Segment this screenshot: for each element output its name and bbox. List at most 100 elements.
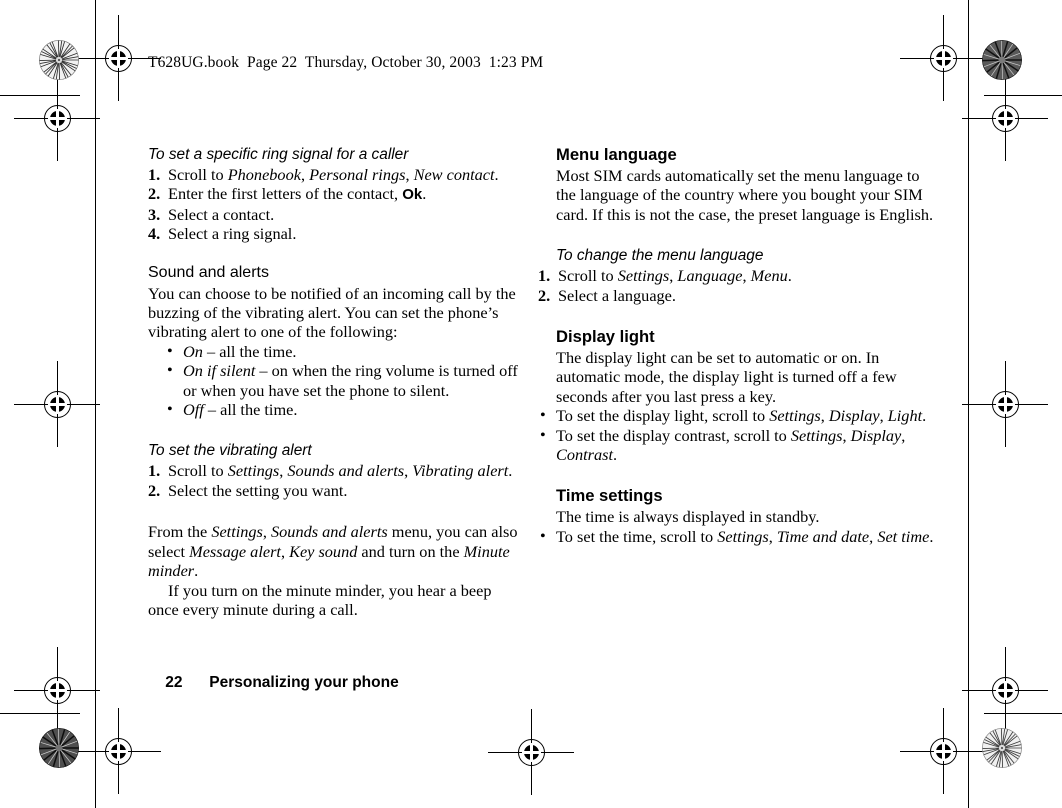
step-item: 4. Select a ring signal. bbox=[148, 224, 520, 243]
registration-dot bbox=[995, 108, 1015, 128]
section-body-time-settings: The time is always displayed in standby. bbox=[556, 507, 820, 527]
step-number: 2. bbox=[148, 184, 161, 204]
step-item: 2. Select the setting you want. bbox=[148, 481, 520, 500]
list-item: • On if silent – on when the ring volume… bbox=[165, 360, 520, 400]
section-body-menu-language: Most SIM cards automatically set the men… bbox=[556, 166, 934, 224]
list-item-text: To set the display light, scroll to Sett… bbox=[556, 406, 927, 426]
registration-dot bbox=[47, 394, 67, 414]
registration-mark-mid-right bbox=[962, 361, 1048, 447]
step-number: 3. bbox=[148, 204, 161, 224]
starburst-icon bbox=[39, 40, 79, 80]
registration-dot bbox=[933, 48, 953, 68]
step-text: Select a ring signal. bbox=[168, 224, 297, 244]
step-item: 2. Enter the first letters of the contac… bbox=[148, 184, 520, 204]
bullet-icon: • bbox=[540, 405, 546, 425]
chapter-title: Personalizing your phone bbox=[209, 674, 399, 691]
bullet-list-time-settings: • To set the time, scroll to Settings, T… bbox=[538, 525, 934, 546]
option-term: On if silent bbox=[183, 361, 256, 381]
starburst-patch-bottom-left bbox=[39, 728, 79, 768]
starburst-icon bbox=[982, 40, 1022, 80]
procedure-heading-vibrating-alert: To set the vibrating alert bbox=[148, 442, 312, 460]
option-term: On bbox=[183, 341, 203, 361]
step-text: Select a language. bbox=[558, 285, 676, 305]
bullet-icon: • bbox=[540, 424, 546, 444]
softkey-label: Ok bbox=[402, 186, 423, 204]
registration-mark-bottom-center bbox=[488, 709, 574, 795]
step-item: 1. Scroll to Settings, Sounds and alerts… bbox=[148, 461, 520, 480]
procedure-heading-ring-signal: To set a specific ring signal for a call… bbox=[148, 146, 409, 163]
page-number: 22 bbox=[165, 674, 183, 691]
step-number: 2. bbox=[148, 480, 161, 500]
step-number: 4. bbox=[148, 224, 161, 244]
closing-paragraph-one: From the Settings, Sounds and alerts men… bbox=[148, 522, 518, 581]
step-text: Scroll to Settings, Language, Menu. bbox=[558, 266, 792, 286]
registration-mark-bottom-left bbox=[75, 708, 161, 794]
closing-paragraph-two: If you turn on the minute minder, you he… bbox=[148, 580, 492, 619]
option-desc: – all the time. bbox=[202, 341, 297, 361]
bullet-icon: • bbox=[540, 525, 546, 545]
starburst-icon bbox=[39, 728, 79, 768]
bullet-list-vibrate-options: • On – all the time. • On if silent – on… bbox=[165, 341, 520, 420]
starburst-icon bbox=[982, 728, 1022, 768]
procedure-heading-change-language: To change the menu language bbox=[556, 247, 764, 265]
registration-mark-bottom-right bbox=[900, 708, 986, 794]
list-item: • On – all the time. bbox=[165, 341, 520, 361]
option-term: Off bbox=[183, 400, 204, 420]
document-page: T628UG.book Page 22 Thursday, October 30… bbox=[0, 0, 1062, 808]
step-text: Select a contact. bbox=[168, 204, 275, 224]
starburst-patch-top-right bbox=[982, 40, 1022, 80]
registration-mark-mid-left bbox=[14, 361, 100, 447]
registration-mark-upper-left-corner bbox=[14, 75, 100, 161]
steps-list-vibrating-alert: 1. Scroll to Settings, Sounds and alerts… bbox=[148, 461, 520, 500]
registration-dot bbox=[521, 742, 541, 762]
step-text: Scroll to Phonebook, Personal rings, New… bbox=[168, 165, 499, 184]
registration-dot bbox=[933, 741, 953, 761]
section-heading-time-settings: Time settings bbox=[556, 486, 663, 506]
section-heading-menu-language: Menu language bbox=[556, 145, 677, 164]
steps-list-change-language: 1. Scroll to Settings, Language, Menu. 2… bbox=[538, 266, 934, 305]
running-header: T628UG.book Page 22 Thursday, October 30… bbox=[148, 54, 544, 71]
step-text: Select the setting you want. bbox=[168, 480, 348, 500]
list-item-text: To set the display contrast, scroll to S… bbox=[556, 425, 906, 465]
list-item: • To set the display contrast, scroll to… bbox=[538, 424, 934, 465]
step-number: 1. bbox=[538, 266, 551, 286]
step-item: 1. Scroll to Settings, Language, Menu. bbox=[538, 266, 934, 285]
starburst-patch-top-left bbox=[39, 40, 79, 80]
registration-dot bbox=[995, 680, 1015, 700]
step-item: 1. Scroll to Phonebook, Personal rings, … bbox=[148, 165, 520, 184]
bullet-icon: • bbox=[167, 360, 173, 380]
step-item: 2. Select a language. bbox=[538, 286, 934, 305]
registration-dot bbox=[995, 394, 1015, 414]
step-number: 1. bbox=[148, 461, 161, 481]
bullet-list-display-light: • To set the display light, scroll to Se… bbox=[538, 405, 934, 465]
page-footer: 22 Personalizing your phone bbox=[148, 656, 399, 710]
option-desc: – all the time. bbox=[203, 400, 298, 420]
step-number: 1. bbox=[148, 165, 161, 184]
step-text: Enter the first letters of the contact, … bbox=[168, 184, 427, 204]
section-body-display-light: The display light can be set to automati… bbox=[556, 348, 897, 406]
registration-dot bbox=[47, 108, 67, 128]
registration-dot bbox=[47, 680, 67, 700]
list-item: • Off – all the time. bbox=[165, 399, 520, 420]
section-body-sound-and-alerts: You can choose to be notified of an inco… bbox=[148, 283, 516, 342]
left-text-column: To set a specific ring signal for a call… bbox=[148, 145, 520, 619]
section-heading-display-light: Display light bbox=[556, 327, 655, 347]
bullet-icon: • bbox=[167, 399, 173, 419]
list-item: • To set the display light, scroll to Se… bbox=[538, 405, 934, 426]
registration-dot bbox=[108, 741, 128, 761]
registration-dot bbox=[108, 48, 128, 68]
list-item-text: To set the time, scroll to Settings, Tim… bbox=[556, 526, 934, 546]
step-number: 2. bbox=[538, 285, 551, 305]
starburst-patch-bottom-right bbox=[982, 728, 1022, 768]
step-text: Scroll to Settings, Sounds and alerts, V… bbox=[168, 461, 513, 481]
right-text-column: Menu language Most SIM cards automatical… bbox=[538, 145, 934, 546]
steps-list-ring-signal: 1. Scroll to Phonebook, Personal rings, … bbox=[148, 165, 520, 244]
section-heading-sound-and-alerts: Sound and alerts bbox=[148, 263, 269, 281]
registration-mark-upper-right-corner bbox=[962, 75, 1048, 161]
